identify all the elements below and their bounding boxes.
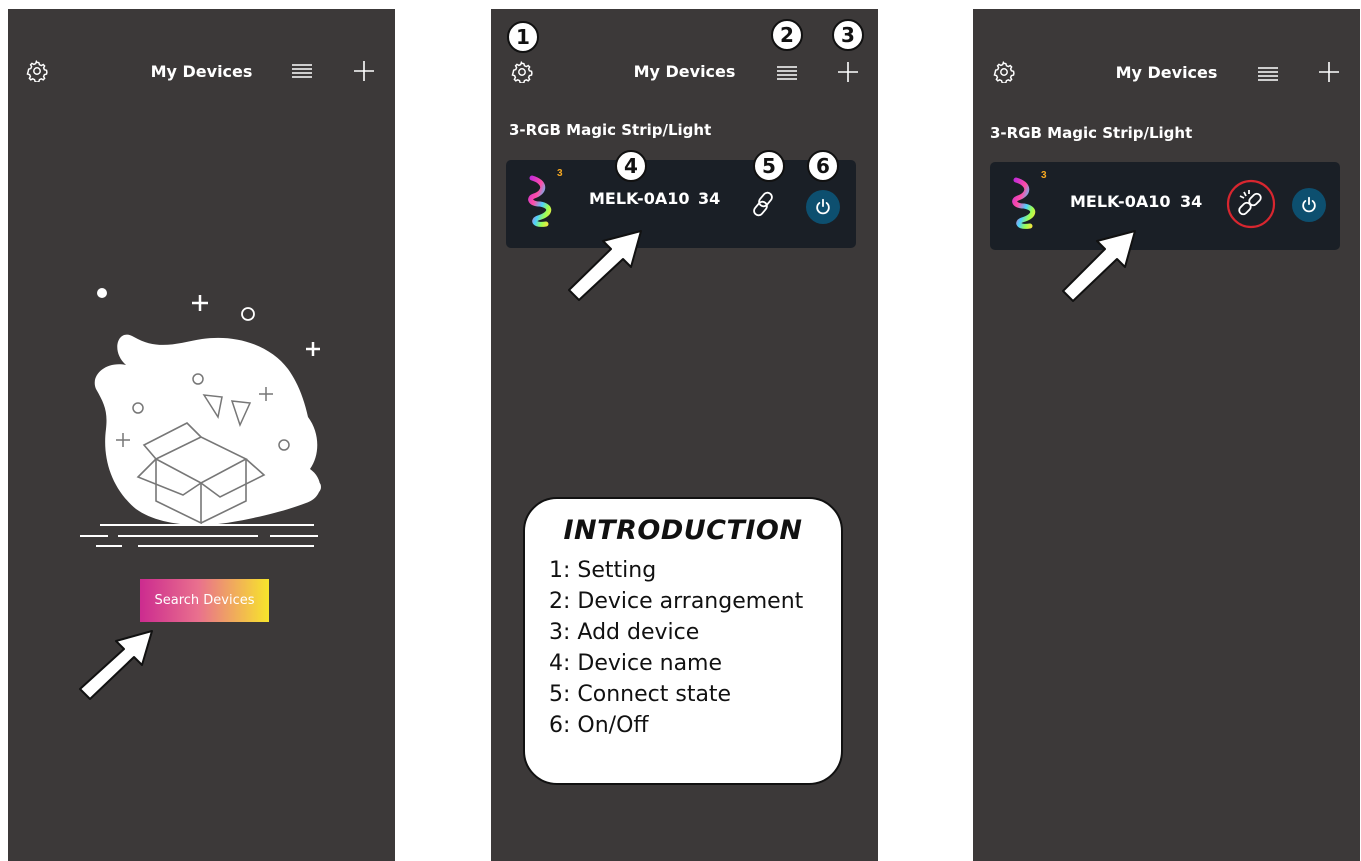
screen-device-disconnected: My Devices 3-RGB Magic Strip/Light 3 MEL… <box>973 9 1360 861</box>
screen-empty-devices: My Devices Search Devices <box>8 9 395 861</box>
introduction-item: 1: Setting <box>549 558 657 583</box>
introduction-item: 2: Device arrangement <box>549 589 804 614</box>
introduction-item: 4: Device name <box>549 651 723 676</box>
introduction-item: 6: On/Off <box>549 713 649 738</box>
introduction-list: 1: Setting 2: Device arrangement 3: Add … <box>549 555 803 741</box>
introduction-box: INTRODUCTION 1: Setting 2: Device arrang… <box>523 497 843 785</box>
introduction-title: INTRODUCTION <box>563 515 803 546</box>
introduction-item: 3: Add device <box>549 620 700 645</box>
pointer-arrow <box>79 630 153 700</box>
screen-device-list-annotated: My Devices 3-RGB Magic Strip/Light 3 MEL… <box>491 9 878 861</box>
pointer-arrow <box>1062 230 1136 302</box>
introduction-item: 5: Connect state <box>549 682 732 707</box>
